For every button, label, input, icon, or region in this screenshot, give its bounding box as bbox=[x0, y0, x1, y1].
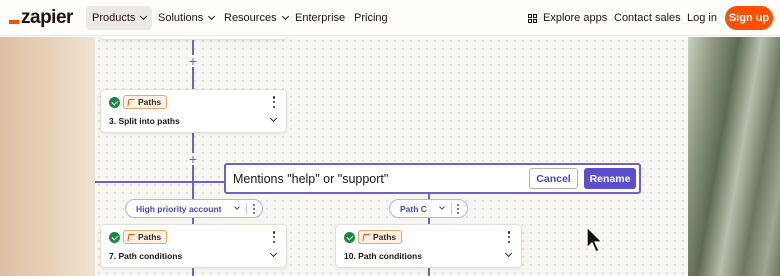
path-pill-label: Path C bbox=[400, 203, 427, 214]
top-navigation: zapier Products Solutions Resources Ente… bbox=[0, 0, 780, 36]
apps-grid-icon bbox=[528, 13, 537, 23]
chevron-down-icon[interactable] bbox=[234, 204, 240, 210]
success-check-icon bbox=[109, 97, 120, 108]
paths-branch-icon bbox=[362, 233, 370, 241]
zapier-logo[interactable]: zapier bbox=[9, 6, 73, 30]
nav-products-label: Products bbox=[92, 12, 136, 24]
nav-enterprise[interactable]: Enterprise bbox=[295, 6, 345, 30]
path-pill-high-priority-account[interactable]: High priority account bbox=[125, 199, 263, 218]
previous-step-card bbox=[100, 37, 287, 40]
more-options-icon[interactable] bbox=[271, 96, 277, 108]
logo-text: zapier bbox=[21, 7, 73, 28]
add-step-plus-icon[interactable]: + bbox=[187, 54, 199, 68]
nav-solutions[interactable]: Solutions bbox=[158, 6, 216, 30]
path-pill-path-c[interactable]: Path C bbox=[389, 199, 468, 218]
chevron-down-icon bbox=[281, 12, 289, 21]
paths-branch-icon bbox=[127, 233, 135, 241]
nav-pricing[interactable]: Pricing bbox=[354, 6, 388, 30]
paths-badge-label: Paths bbox=[138, 232, 162, 242]
cancel-label: Cancel bbox=[536, 172, 571, 185]
signup-button[interactable]: Sign up bbox=[725, 6, 773, 30]
nav-resources-label: Resources bbox=[224, 12, 277, 24]
nav-explore-apps[interactable]: Explore apps bbox=[528, 6, 607, 30]
right-background-image bbox=[688, 37, 780, 276]
explore-apps-label: Explore apps bbox=[543, 12, 608, 24]
more-options-icon[interactable] bbox=[252, 204, 256, 214]
chevron-down-icon bbox=[140, 12, 148, 21]
signup-label: Sign up bbox=[728, 12, 770, 24]
step-title: 7. Path conditions bbox=[109, 251, 183, 261]
contact-sales-label: Contact sales bbox=[614, 12, 681, 24]
paths-badge-label: Paths bbox=[138, 97, 162, 107]
login-label: Log in bbox=[687, 12, 717, 24]
paths-badge: Paths bbox=[358, 230, 403, 244]
pill-divider bbox=[246, 203, 247, 214]
left-background-image bbox=[0, 37, 95, 276]
rename-button[interactable]: Rename bbox=[584, 168, 636, 189]
paths-badge-label: Paths bbox=[373, 232, 397, 242]
nav-products[interactable]: Products bbox=[86, 6, 153, 30]
step-title: 3. Split into paths bbox=[109, 116, 180, 126]
rename-path-bar: Mentions "help" or "support" Cancel Rena… bbox=[224, 163, 641, 194]
nav-login[interactable]: Log in bbox=[687, 6, 717, 30]
paths-branch-icon bbox=[127, 98, 135, 106]
more-options-icon[interactable] bbox=[506, 231, 512, 243]
nav-contact-sales[interactable]: Contact sales bbox=[614, 6, 681, 30]
pill-divider bbox=[451, 203, 452, 214]
success-check-icon bbox=[344, 232, 355, 243]
rename-label: Rename bbox=[589, 172, 631, 185]
connector-line bbox=[192, 268, 194, 276]
success-check-icon bbox=[109, 232, 120, 243]
nav-resources[interactable]: Resources bbox=[224, 6, 289, 30]
step-card-split-into-paths[interactable]: Paths 3. Split into paths bbox=[100, 89, 287, 133]
logo-dash-mark bbox=[9, 20, 19, 24]
mouse-pointer-icon bbox=[586, 226, 603, 253]
nav-pricing-label: Pricing bbox=[354, 12, 388, 24]
more-options-icon[interactable] bbox=[456, 204, 460, 214]
step-card-path-conditions-7[interactable]: Paths 7. Path conditions bbox=[100, 224, 287, 268]
connector-line bbox=[428, 268, 430, 276]
step-card-path-conditions-10[interactable]: Paths 10. Path conditions bbox=[335, 224, 522, 268]
chevron-down-icon bbox=[208, 12, 216, 21]
paths-badge: Paths bbox=[123, 230, 168, 244]
path-name-input[interactable]: Mentions "help" or "support" bbox=[233, 170, 523, 188]
chevron-down-icon[interactable] bbox=[439, 204, 445, 210]
chevron-down-icon[interactable] bbox=[504, 249, 513, 258]
add-step-plus-icon[interactable]: + bbox=[187, 152, 199, 166]
chevron-down-icon[interactable] bbox=[269, 249, 278, 258]
chevron-down-icon[interactable] bbox=[269, 114, 278, 123]
more-options-icon[interactable] bbox=[271, 231, 277, 243]
paths-badge: Paths bbox=[123, 95, 168, 109]
nav-solutions-label: Solutions bbox=[158, 12, 204, 24]
nav-enterprise-label: Enterprise bbox=[295, 12, 346, 24]
cancel-button[interactable]: Cancel bbox=[529, 168, 578, 189]
step-title: 10. Path conditions bbox=[344, 251, 422, 261]
path-pill-label: High priority account bbox=[136, 203, 222, 214]
